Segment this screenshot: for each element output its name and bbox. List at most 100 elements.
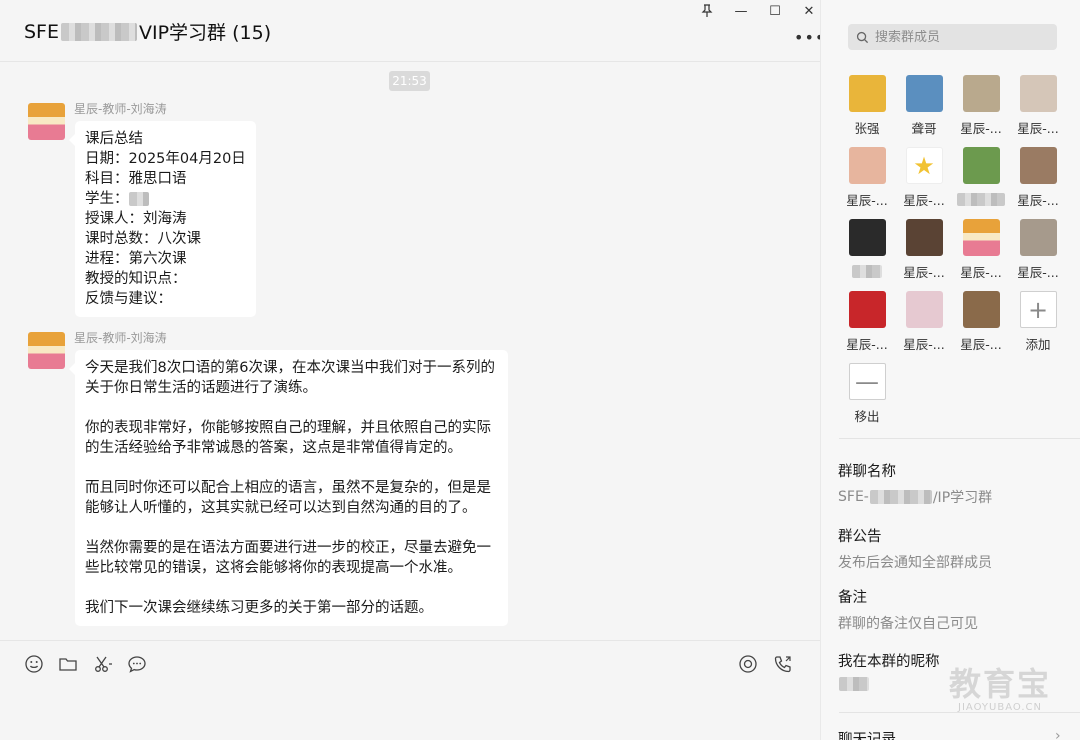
remove-member-button[interactable]: — 移出 <box>839 363 895 425</box>
member-avatar <box>1019 219 1057 256</box>
watermark-text: 教育宝 <box>949 665 1052 703</box>
add-member-button[interactable]: + 添加 <box>1010 291 1066 353</box>
group-name-label: 群聊名称 <box>838 464 896 480</box>
sender-avatar[interactable] <box>28 103 65 140</box>
message-line: 授课人：刘海涛 <box>85 211 187 227</box>
remark-label: 备注 <box>838 590 867 606</box>
chat-title-prefix: SFE <box>24 20 59 43</box>
member-item[interactable]: 星辰-... <box>953 291 1009 353</box>
pin-icon[interactable] <box>690 4 724 20</box>
member-item[interactable]: 星辰-... <box>953 75 1009 137</box>
remark-section[interactable]: 备注 群聊的备注仅自己可见 <box>838 586 978 633</box>
minus-icon: — <box>848 363 886 400</box>
redacted-text <box>61 22 137 41</box>
member-avatar <box>962 147 1000 184</box>
member-name: 聋哥 <box>911 121 937 136</box>
announcement-section[interactable]: 群公告 发布后会通知全部群成员 <box>838 525 992 572</box>
member-item[interactable]: 星辰-... <box>1010 75 1066 137</box>
window-controls: — ☐ ✕ <box>690 4 826 20</box>
chat-history-section[interactable]: 聊天记录 <box>838 728 896 740</box>
group-name-value: SFE- /IP学习群 <box>838 487 992 507</box>
member-search[interactable] <box>848 24 1057 50</box>
member-item[interactable]: 星辰-... <box>896 291 952 353</box>
scissors-icon[interactable] <box>92 653 114 675</box>
nickname-section[interactable]: 我在本群的昵称 <box>838 650 940 691</box>
group-info-panel: 张强 聋哥 星辰-... 星辰-... 星辰-... ★ 星辰-... 星辰 <box>820 0 1080 740</box>
call-icon[interactable] <box>772 653 794 675</box>
message-bubble[interactable]: 课后总结 日期：2025年04月20日 科目：雅思口语 学生： 授课人：刘海涛 … <box>69 121 256 317</box>
chevron-right-icon: › <box>1055 728 1061 740</box>
member-name: 张强 <box>854 121 880 136</box>
announcement-value: 发布后会通知全部群成员 <box>838 555 992 571</box>
member-item[interactable]: 聋哥 <box>896 75 952 137</box>
watermark-logo: 教育宝 JIAOYUBAO.CN <box>949 668 1051 713</box>
member-name: 星辰-... <box>1017 121 1059 136</box>
message-line: 课后总结 <box>85 131 143 147</box>
sender-name: 星辰-教师-刘海涛 <box>74 102 167 116</box>
member-avatar <box>848 147 886 184</box>
remark-value: 群聊的备注仅自己可见 <box>838 616 978 632</box>
message-paragraph: 而且同时你还可以配合上相应的语言，虽然不是复杂的，但是是能够让人听懂的，这其实就… <box>85 480 491 516</box>
chat-history-label: 聊天记录 <box>838 732 896 740</box>
member-item[interactable]: 星辰-... <box>839 147 895 209</box>
member-avatar <box>1019 75 1057 112</box>
member-avatar <box>962 291 1000 328</box>
folder-icon[interactable] <box>57 653 79 675</box>
member-item[interactable]: 星辰-... <box>953 219 1009 281</box>
redacted-text <box>957 193 1005 206</box>
member-name: 星辰-... <box>846 193 888 208</box>
member-avatar <box>962 75 1000 112</box>
group-name-section[interactable]: 群聊名称 SFE- /IP学习群 <box>838 460 992 507</box>
member-avatar <box>848 219 886 256</box>
message-line: 日期：2025年04月20日 <box>85 151 246 167</box>
message-bubble[interactable]: 今天是我们8次口语的第6次课，在本次课当中我们对于一系列的关于你日常生活的话题进… <box>69 350 508 626</box>
message-line-student: 学生： <box>85 189 246 209</box>
member-name: 星辰-... <box>846 337 888 352</box>
watermark-url: JIAOYUBAO.CN <box>958 702 1042 713</box>
minimize-button[interactable]: — <box>724 4 758 20</box>
chat-title: SFE VIP学习群 (15) <box>24 18 271 45</box>
emoji-icon[interactable] <box>23 653 45 675</box>
member-item[interactable]: 星辰-... <box>1010 219 1066 281</box>
announcement-label: 群公告 <box>838 529 882 545</box>
group-name-suffix: /IP学习群 <box>932 490 993 506</box>
member-name: 星辰-... <box>960 121 1002 136</box>
message-list[interactable]: 21:53 星辰-教师-刘海涛 课后总结 日期：2025年04月20日 科目：雅… <box>0 63 820 639</box>
input-toolbar <box>0 640 820 740</box>
member-item[interactable] <box>953 147 1009 206</box>
member-item[interactable]: ★ 星辰-... <box>896 147 952 209</box>
member-item[interactable]: 星辰-... <box>896 219 952 281</box>
member-item[interactable] <box>839 219 895 278</box>
member-item[interactable]: 星辰-... <box>1010 147 1066 209</box>
nickname-value <box>838 677 940 691</box>
remove-member-label: 移出 <box>854 409 880 424</box>
chat-history-icon[interactable] <box>126 653 148 675</box>
message-line: 反馈与建议： <box>85 291 172 307</box>
message-line: 课时总数：八次课 <box>85 231 201 247</box>
message-paragraph: 当然你需要的是在语法方面要进行进一步的校正，尽量去避免一些比较常见的错误，这将会… <box>85 540 491 576</box>
add-member-label: 添加 <box>1025 337 1051 352</box>
member-name: 星辰-... <box>960 337 1002 352</box>
member-avatar <box>905 291 943 328</box>
member-name: 星辰-... <box>903 265 945 280</box>
member-name: 星辰-... <box>960 265 1002 280</box>
message-paragraph: 你的表现非常好，你能够按照自己的理解，并且依照自己的实际的生活经验给予非常诚恳的… <box>85 420 491 456</box>
group-name-prefix: SFE- <box>838 489 869 505</box>
redacted-text <box>852 265 882 278</box>
member-item[interactable]: 张强 <box>839 75 895 137</box>
plus-icon: + <box>1019 291 1057 328</box>
member-avatar <box>905 75 943 112</box>
divider <box>839 438 1080 439</box>
message-line: 进程：第六次课 <box>85 251 187 267</box>
search-input[interactable] <box>875 29 1055 45</box>
member-item[interactable]: 星辰-... <box>839 291 895 353</box>
member-avatar <box>1019 147 1057 184</box>
member-name: 星辰-... <box>1017 193 1059 208</box>
message-line: 教授的知识点： <box>85 271 187 287</box>
message-line: 学生： <box>85 191 129 207</box>
message-paragraph: 我们下一次课会继续练习更多的关于第一部分的话题。 <box>85 600 433 616</box>
live-icon[interactable] <box>737 653 759 675</box>
maximize-button[interactable]: ☐ <box>758 4 792 20</box>
redacted-text <box>128 192 149 206</box>
sender-avatar[interactable] <box>28 332 65 369</box>
